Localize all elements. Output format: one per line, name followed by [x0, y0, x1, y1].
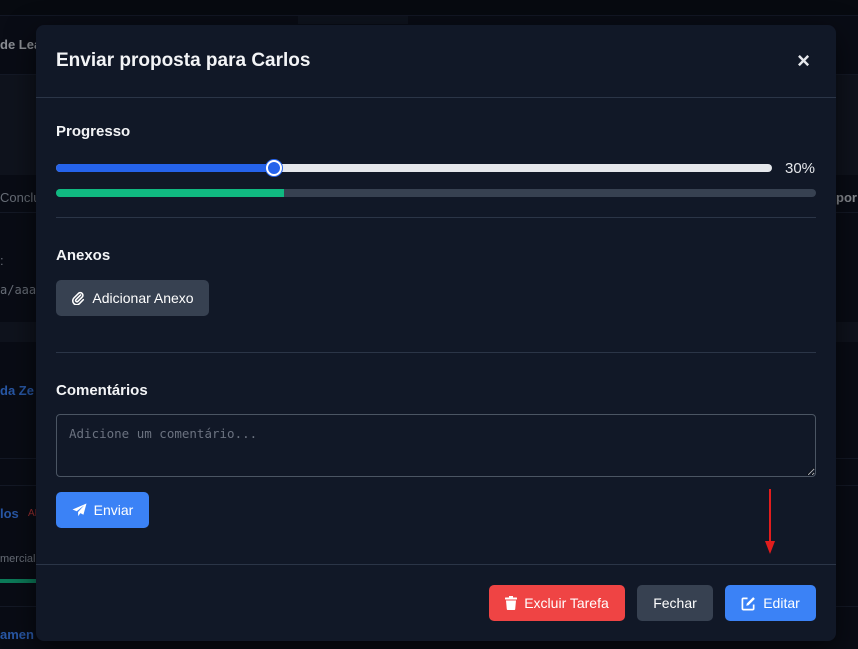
task-modal: Enviar proposta para Carlos × Progresso … — [36, 25, 836, 641]
progress-bar — [56, 189, 816, 197]
progress-slider-fill — [56, 164, 271, 172]
close-icon[interactable]: × — [797, 50, 810, 72]
modal-title: Enviar proposta para Carlos — [56, 50, 311, 71]
close-button[interactable]: Fechar — [637, 585, 713, 621]
paperclip-icon — [71, 291, 85, 305]
send-comment-label: Enviar — [93, 502, 134, 518]
trash-icon — [505, 596, 518, 610]
add-attachment-button[interactable]: Adicionar Anexo — [56, 280, 209, 316]
edit-button[interactable]: Editar — [725, 585, 816, 621]
section-divider — [56, 352, 816, 353]
delete-task-button[interactable]: Excluir Tarefa — [489, 585, 625, 621]
progress-slider-thumb[interactable] — [266, 160, 282, 176]
comments-label: Comentários — [56, 382, 148, 399]
close-button-label: Fechar — [653, 595, 697, 611]
comment-input[interactable] — [56, 414, 816, 477]
attachments-label: Anexos — [56, 247, 111, 264]
edit-label: Editar — [763, 595, 800, 611]
send-comment-button[interactable]: Enviar — [56, 492, 149, 528]
modal-header: Enviar proposta para Carlos × — [36, 25, 836, 98]
paper-plane-icon — [72, 503, 87, 517]
add-attachment-label: Adicionar Anexo — [92, 290, 194, 306]
edit-icon — [741, 596, 756, 611]
progress-bar-fill — [56, 189, 284, 197]
progress-label: Progresso — [56, 123, 131, 140]
progress-slider[interactable] — [56, 164, 772, 172]
delete-task-label: Excluir Tarefa — [524, 595, 609, 611]
progress-value: 30% — [785, 160, 816, 177]
section-divider — [56, 217, 816, 218]
modal-footer-divider — [36, 564, 836, 565]
